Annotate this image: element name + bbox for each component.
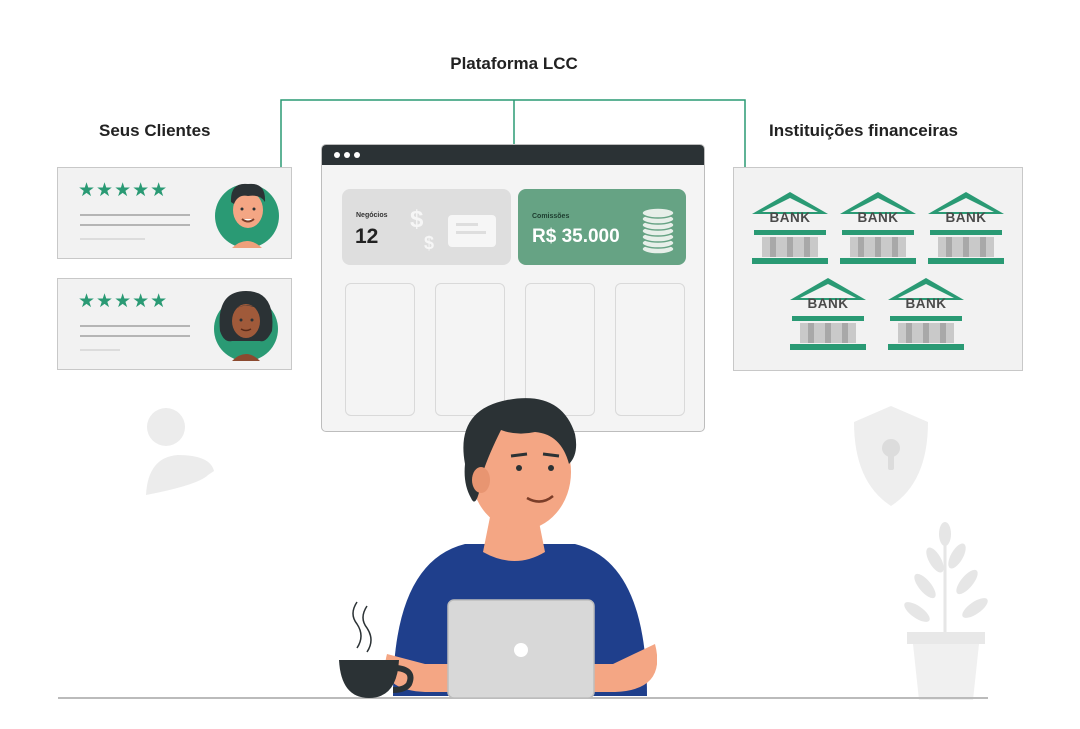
plant-icon <box>904 522 988 700</box>
rating-stars: ★★★★★ <box>78 180 169 201</box>
bank-label: BANK <box>857 210 899 225</box>
money-icon: $ $ <box>410 206 496 253</box>
coin-stack-icon <box>641 207 675 255</box>
rating-stars: ★★★★★ <box>78 291 169 312</box>
text-line <box>80 349 120 351</box>
window-dot <box>344 152 350 158</box>
text-line <box>80 224 190 226</box>
laptop-icon <box>447 599 595 699</box>
bank-building: BANK <box>838 190 918 268</box>
bank-icon <box>840 192 916 264</box>
shield-lock-icon <box>854 406 928 506</box>
svg-text:$: $ <box>424 233 434 253</box>
browser-titlebar <box>322 145 704 165</box>
institutions-card: BANK BANK BANK BANK BANK <box>733 167 1023 371</box>
commission-label: Comissões <box>532 213 570 220</box>
client-card: ★★★★★ <box>57 278 292 370</box>
deals-value: 12 <box>355 225 379 248</box>
text-line <box>80 238 145 240</box>
deals-label: Negócios <box>356 212 388 219</box>
commission-tile: Comissões R$ 35.000 <box>518 189 686 265</box>
client-card: ★★★★★ <box>57 167 292 259</box>
bank-building: BANK <box>750 190 830 268</box>
bank-building: BANK <box>926 190 1006 268</box>
bank-icon <box>888 278 964 350</box>
window-dot <box>334 152 340 158</box>
coffee-mug-icon <box>339 601 414 698</box>
platform-window: Negócios 12 $ $ Comissões R$ 35.000 <box>321 144 705 432</box>
bank-icon <box>928 192 1004 264</box>
text-line <box>80 335 190 337</box>
bank-icon <box>752 192 828 264</box>
text-line <box>80 325 190 327</box>
bank-label: BANK <box>905 296 947 311</box>
window-dot <box>354 152 360 158</box>
bank-building: BANK <box>788 276 868 354</box>
bank-icon <box>790 278 866 350</box>
text-line <box>80 214 190 216</box>
bank-label: BANK <box>769 210 811 225</box>
bank-label: BANK <box>807 296 849 311</box>
bank-building: BANK <box>886 276 966 354</box>
commission-value: R$ 35.000 <box>532 226 620 247</box>
deals-tile: Negócios 12 $ $ <box>342 189 511 265</box>
bank-label: BANK <box>945 210 987 225</box>
svg-text:$: $ <box>410 206 424 233</box>
client-avatar-man <box>215 183 279 248</box>
user-silhouette-icon <box>146 408 214 495</box>
client-avatar-woman <box>214 291 278 361</box>
